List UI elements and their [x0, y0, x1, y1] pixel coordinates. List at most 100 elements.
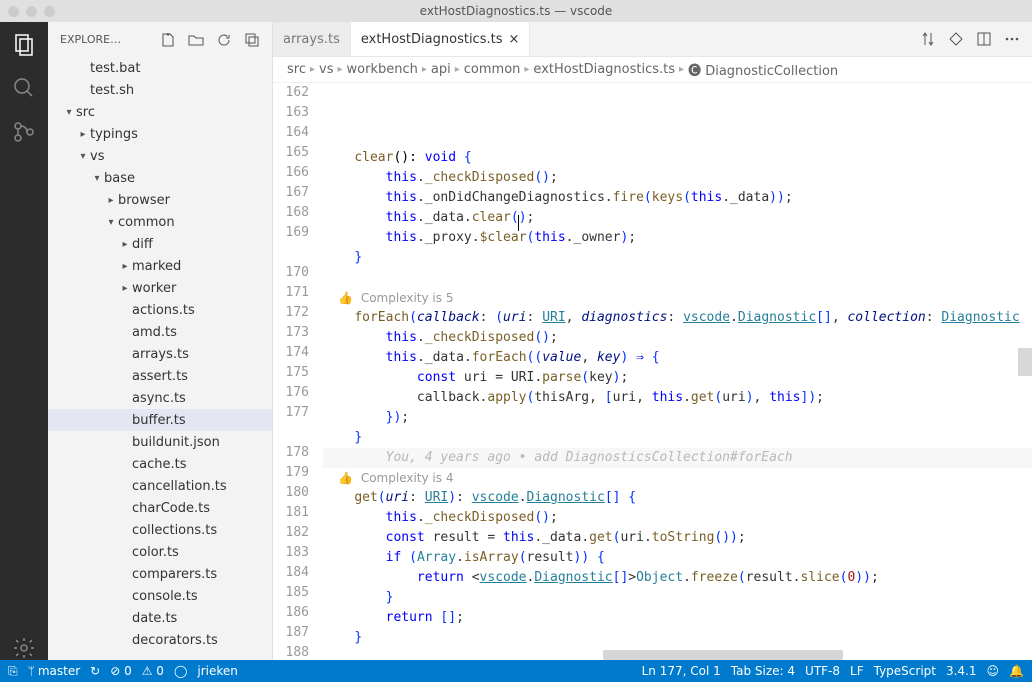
git-branch[interactable]: ᛘ master — [28, 664, 81, 678]
code-line: const result = this._data.get(uri.toStri… — [323, 528, 1032, 548]
settings-gear-icon[interactable] — [12, 636, 36, 660]
file-item[interactable]: amd.ts — [48, 321, 272, 343]
file-item[interactable]: buildunit.json — [48, 431, 272, 453]
open-changes-icon[interactable] — [948, 31, 964, 47]
file-item[interactable]: actions.ts — [48, 299, 272, 321]
maximize-window-icon[interactable] — [44, 6, 55, 17]
code-line: this._checkDisposed(); — [323, 168, 1032, 188]
code-line: get(uri: URI): vscode.Diagnostic[] { — [323, 488, 1032, 508]
breadcrumb-item[interactable]: workbench — [347, 62, 418, 77]
line-number: 179 — [273, 463, 309, 483]
line-number: 171 — [273, 283, 309, 303]
file-item[interactable]: arrays.ts — [48, 343, 272, 365]
breadcrumbs[interactable]: src▸vs▸workbench▸api▸common▸extHostDiagn… — [273, 57, 1032, 83]
horizontal-scrollbar[interactable] — [603, 650, 843, 660]
tree-item-label: collections.ts — [132, 523, 217, 538]
tabs-bar: arrays.tsextHostDiagnostics.ts× — [273, 22, 1032, 57]
collapse-all-icon[interactable] — [244, 32, 260, 48]
file-item[interactable]: comparers.ts — [48, 563, 272, 585]
minimap-viewport[interactable] — [1018, 348, 1032, 376]
editor-tab[interactable]: arrays.ts — [273, 22, 351, 56]
line-number: 174 — [273, 343, 309, 363]
language-mode[interactable]: TypeScript — [874, 664, 936, 678]
file-item[interactable]: color.ts — [48, 541, 272, 563]
folder-item[interactable]: ▸marked — [48, 255, 272, 277]
line-number: 181 — [273, 503, 309, 523]
tree-item-label: color.ts — [132, 545, 179, 560]
tree-item-label: worker — [132, 281, 176, 296]
encoding[interactable]: UTF-8 — [805, 664, 840, 678]
file-item[interactable]: cache.ts — [48, 453, 272, 475]
file-item[interactable]: buffer.ts — [48, 409, 272, 431]
window-title: extHostDiagnostics.ts — vscode — [8, 4, 1024, 18]
folder-item[interactable]: ▾base — [48, 167, 272, 189]
breadcrumb-item[interactable]: src — [287, 62, 306, 77]
tree-item-label: common — [118, 215, 175, 230]
sync-icon[interactable]: ↻ — [90, 664, 100, 678]
new-folder-icon[interactable] — [188, 32, 204, 48]
breadcrumb-separator-icon: ▸ — [524, 64, 529, 75]
breadcrumb-item[interactable]: api — [431, 62, 451, 77]
folder-item[interactable]: ▾common — [48, 211, 272, 233]
file-item[interactable]: charCode.ts — [48, 497, 272, 519]
github-user[interactable]: jrieken — [197, 664, 238, 678]
ts-version[interactable]: 3.4.1 — [946, 664, 977, 678]
errors-count[interactable]: ⊘ 0 — [110, 664, 132, 678]
source-control-icon[interactable] — [12, 120, 36, 144]
tree-item-label: amd.ts — [132, 325, 177, 340]
feedback-smiley-icon[interactable]: ☺ — [987, 664, 1000, 678]
close-tab-icon[interactable]: × — [508, 32, 519, 47]
file-item[interactable]: decorators.ts — [48, 629, 272, 651]
code-line: this._checkDisposed(); — [323, 328, 1032, 348]
new-file-icon[interactable] — [160, 32, 176, 48]
line-number: 169 — [273, 223, 309, 243]
breadcrumb-item[interactable]: 🅒 DiagnosticCollection — [688, 60, 838, 79]
refresh-icon[interactable] — [216, 32, 232, 48]
folder-item[interactable]: ▸browser — [48, 189, 272, 211]
warnings-count[interactable]: ⚠ 0 — [142, 664, 164, 678]
split-editor-icon[interactable] — [976, 31, 992, 47]
editor-body[interactable]: 162163164165166167168169 170171172173174… — [273, 83, 1032, 660]
chevron-down-icon: ▾ — [90, 173, 104, 184]
breadcrumb-item[interactable]: vs — [319, 62, 333, 77]
close-window-icon[interactable] — [8, 6, 19, 17]
code-line: } — [323, 628, 1032, 648]
file-tree[interactable]: test.battest.sh▾src▸typings▾vs▾base▸brow… — [48, 57, 272, 660]
explorer-icon[interactable] — [12, 32, 36, 56]
tree-item-label: vs — [90, 149, 104, 164]
minimize-window-icon[interactable] — [26, 6, 37, 17]
file-item[interactable]: assert.ts — [48, 365, 272, 387]
folder-item[interactable]: ▾src — [48, 101, 272, 123]
line-number: 186 — [273, 603, 309, 623]
folder-item[interactable]: ▸worker — [48, 277, 272, 299]
file-item[interactable]: async.ts — [48, 387, 272, 409]
editor-tab[interactable]: extHostDiagnostics.ts× — [351, 22, 531, 56]
line-number: 164 — [273, 123, 309, 143]
github-icon[interactable]: ◯ — [174, 664, 187, 678]
file-item[interactable]: cancellation.ts — [48, 475, 272, 497]
eol[interactable]: LF — [850, 664, 864, 678]
file-item[interactable]: test.sh — [48, 79, 272, 101]
folder-item[interactable]: ▾vs — [48, 145, 272, 167]
compare-changes-icon[interactable] — [920, 31, 936, 47]
codelens-hint[interactable]: 👍 Complexity is 5 — [323, 288, 1032, 308]
search-icon[interactable] — [12, 76, 36, 100]
breadcrumb-item[interactable]: extHostDiagnostics.ts — [533, 62, 675, 77]
code-content[interactable]: clear(): void { this._checkDisposed(); t… — [323, 83, 1032, 660]
remote-indicator[interactable]: ⎘ — [8, 664, 18, 679]
file-item[interactable]: test.bat — [48, 57, 272, 79]
more-actions-icon[interactable] — [1004, 31, 1020, 47]
traffic-lights — [8, 6, 55, 17]
notifications-bell-icon[interactable]: 🔔 — [1009, 664, 1024, 678]
breadcrumb-item[interactable]: common — [464, 62, 521, 77]
tab-size[interactable]: Tab Size: 4 — [731, 664, 795, 678]
codelens-hint[interactable]: 👍 Complexity is 4 — [323, 468, 1032, 488]
cursor-position[interactable]: Ln 177, Col 1 — [642, 664, 721, 678]
file-item[interactable]: console.ts — [48, 585, 272, 607]
tree-item-label: assert.ts — [132, 369, 188, 384]
folder-item[interactable]: ▸typings — [48, 123, 272, 145]
branch-label: master — [38, 664, 80, 678]
file-item[interactable]: collections.ts — [48, 519, 272, 541]
file-item[interactable]: date.ts — [48, 607, 272, 629]
folder-item[interactable]: ▸diff — [48, 233, 272, 255]
